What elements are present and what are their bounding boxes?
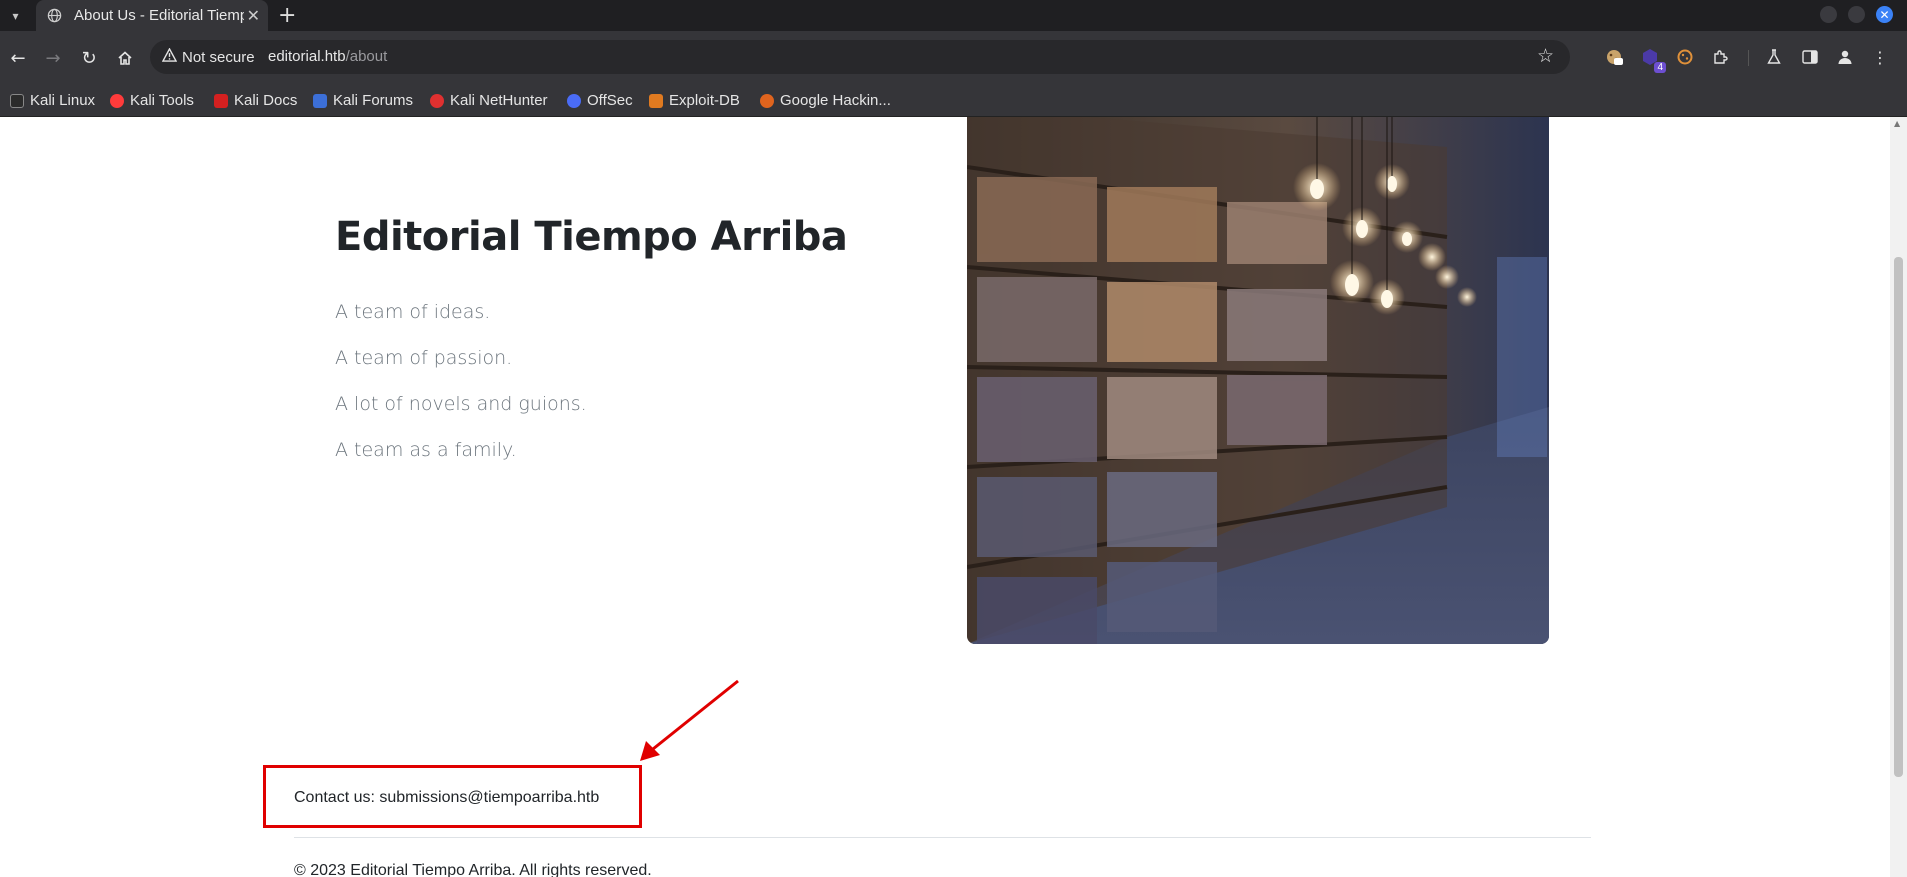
bookmark-google-hacking[interactable]: Google Hackin... [760, 92, 891, 109]
address-bar[interactable]: Not secure editorial.htb/about ☆ [150, 40, 1570, 74]
maximize-button[interactable] [1848, 6, 1865, 23]
bookmark-offsec[interactable]: OffSec [567, 92, 633, 109]
bookmark-label: OffSec [587, 92, 633, 109]
about-line: A team as a family. [335, 439, 517, 461]
kali-linux-icon [10, 93, 24, 108]
back-icon[interactable]: ← [6, 46, 30, 70]
bookmark-kali-linux[interactable]: Kali Linux [10, 92, 95, 109]
profile-icon[interactable] [1833, 45, 1857, 69]
puzzle-icon[interactable] [1708, 45, 1732, 69]
bookmark-star-icon[interactable]: ☆ [1537, 45, 1554, 67]
bookmark-kali-forums[interactable]: Kali Forums [313, 92, 413, 109]
copyright-text: © 2023 Editorial Tiempo Arriba. All righ… [294, 862, 652, 877]
bookmark-exploit-db[interactable]: Exploit-DB [649, 92, 740, 109]
tab-search-icon[interactable]: ▾ [5, 5, 26, 26]
about-line: A team of passion. [335, 347, 513, 369]
extension-cookie-icon[interactable] [1602, 45, 1626, 69]
browser-toolbar: ← → ↻ Not secure editorial.htb/about ☆ 4… [0, 31, 1907, 86]
extension-icon[interactable]: 4 [1638, 45, 1666, 73]
url-path: /about [345, 48, 388, 65]
tab-title: About Us - Editorial Tiempo Arriba [74, 7, 244, 24]
url-host: editorial.htb [268, 48, 346, 65]
page-scrollbar[interactable]: ▲ [1890, 117, 1907, 877]
forward-icon[interactable]: → [41, 46, 65, 70]
cookie-extension-icon[interactable] [1673, 45, 1697, 69]
scrollbar-thumb[interactable] [1894, 257, 1903, 777]
bookmarks-bar: Kali Linux Kali Tools Kali Docs Kali For… [0, 86, 1907, 117]
bookmark-label: Exploit-DB [669, 92, 740, 109]
bookmark-label: Kali NetHunter [450, 92, 548, 109]
labs-icon[interactable] [1762, 45, 1786, 69]
exploit-db-icon [649, 93, 663, 108]
new-tab-button[interactable]: + [278, 3, 296, 28]
kali-docs-icon [214, 93, 228, 108]
globe-icon [46, 8, 62, 24]
security-label: Not secure [182, 48, 255, 66]
bookmark-kali-nethunter[interactable]: Kali NetHunter [430, 92, 548, 109]
annotation-arrow [640, 679, 739, 761]
about-line: A lot of novels and guions. [335, 393, 587, 415]
bookmark-label: Kali Forums [333, 92, 414, 109]
kali-nethunter-icon [430, 93, 444, 108]
minimize-button[interactable] [1820, 6, 1837, 23]
toolbar-separator [1748, 50, 1749, 66]
tab-close-icon[interactable]: ✕ [247, 6, 260, 25]
kali-tools-icon [110, 93, 124, 108]
page-content: Editorial Tiempo Arriba A team of ideas.… [0, 117, 1890, 877]
about-lines: A team of ideas. A team of passion. A lo… [335, 301, 587, 485]
google-hacking-icon [760, 93, 774, 108]
bookmark-label: Google Hackin... [780, 92, 891, 109]
extension-badge: 4 [1654, 62, 1666, 73]
side-panel-icon[interactable] [1798, 45, 1822, 69]
close-window-button[interactable]: ✕ [1876, 6, 1893, 23]
bookmark-label: Kali Tools [130, 92, 194, 109]
tab-strip: ▾ About Us - Editorial Tiempo Arriba ✕ +… [0, 0, 1907, 31]
bookmark-label: Kali Linux [30, 92, 96, 109]
footer-divider [294, 837, 1591, 838]
menu-icon[interactable]: ⋮ [1868, 45, 1892, 69]
home-icon[interactable] [113, 46, 137, 70]
about-line: A team of ideas. [335, 301, 491, 323]
bookmark-label: Kali Docs [234, 92, 298, 109]
security-indicator[interactable]: Not secure [161, 47, 255, 66]
scroll-up-icon[interactable]: ▲ [1894, 119, 1900, 128]
kali-forums-icon [313, 93, 327, 108]
reload-icon[interactable]: ↻ [77, 46, 101, 70]
bookmark-kali-tools[interactable]: Kali Tools [110, 92, 194, 109]
contact-text: Contact us: submissions@tiempoarriba.htb [294, 789, 600, 806]
library-photo [967, 117, 1549, 644]
tab-about[interactable]: About Us - Editorial Tiempo Arriba ✕ [36, 0, 268, 31]
page-title: Editorial Tiempo Arriba [335, 214, 848, 260]
warning-icon [161, 47, 178, 66]
bookmark-kali-docs[interactable]: Kali Docs [214, 92, 297, 109]
url-text[interactable]: editorial.htb/about [268, 48, 387, 65]
offsec-icon [567, 93, 581, 108]
